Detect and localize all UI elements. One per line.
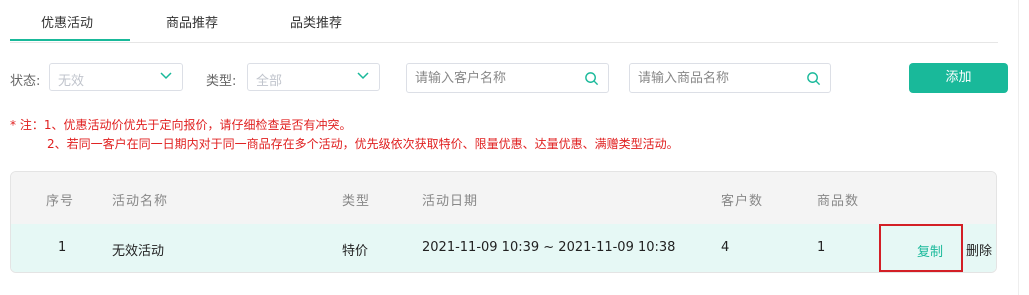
product-search-field[interactable] [629,63,831,93]
row-type: 特价 [342,244,369,259]
type-select[interactable]: 全部 [247,63,380,91]
chevron-down-icon [357,72,369,80]
search-icon[interactable] [584,71,599,86]
header-index: 序号 [46,194,75,209]
copy-button[interactable]: 复制 [917,241,943,260]
note-line-2: 2、若同一客户在同一日期内对于同一商品存在多个活动，优先级依次获取特价、限量优惠… [47,137,679,151]
row-activity-date: 2021-11-09 10:39 ~ 2021-11-09 10:38 [422,240,676,255]
header-activity-name: 活动名称 [112,194,169,209]
status-label: 状态: [10,74,41,89]
table-row: 1 无效活动 特价 2021-11-09 10:39 ~ 2021-11-09 … [11,224,996,272]
chevron-down-icon [160,72,172,80]
note-line-1: * 注：1、优惠活动价优先于定向报价，请仔细检查是否有冲突。 [10,118,352,132]
header-customer-count: 客户数 [721,194,764,209]
tab-category-recommend[interactable]: 品类推荐 [290,12,342,31]
status-select-value: 无效 [58,74,85,89]
tab-promotions[interactable]: 优惠活动 [41,12,93,31]
row-activity-name: 无效活动 [112,244,165,259]
status-select[interactable]: 无效 [49,63,183,91]
customer-search-input[interactable] [413,70,567,87]
tab-bar: 优惠活动 商品推荐 品类推荐 [10,0,998,43]
header-product-count: 商品数 [817,194,860,209]
promotions-table: 序号 活动名称 类型 活动日期 客户数 商品数 1 无效活动 特价 2021-1… [10,171,997,273]
delete-button[interactable]: 删除 [966,240,992,259]
header-activity-date: 活动日期 [422,194,479,209]
row-index: 1 [58,240,67,255]
add-button[interactable]: 添加 [909,63,1008,93]
header-type: 类型 [342,194,371,209]
search-icon[interactable] [806,71,821,86]
product-search-input[interactable] [636,70,790,87]
row-product-count: 1 [817,240,826,255]
highlight-box: 复制 [879,224,963,272]
type-select-value: 全部 [256,74,283,89]
customer-search-field[interactable] [406,63,609,93]
divider [1018,0,1019,295]
type-label: 类型: [206,74,237,89]
active-tab-indicator [10,39,130,41]
tab-product-recommend[interactable]: 商品推荐 [166,12,218,31]
table-header: 序号 活动名称 类型 活动日期 客户数 商品数 [11,172,996,225]
row-customer-count: 4 [721,240,730,255]
